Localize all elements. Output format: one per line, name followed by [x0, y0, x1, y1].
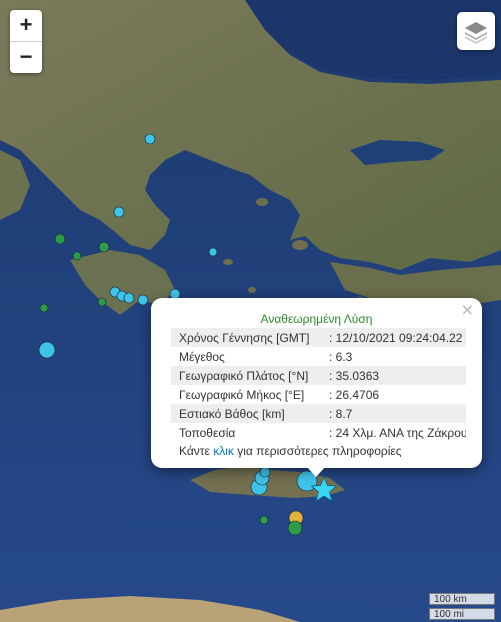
event-marker — [113, 206, 125, 218]
event-marker — [39, 303, 49, 313]
row-label: Χρόνος Γέννησης [GMT] — [171, 328, 329, 347]
event-marker — [72, 251, 82, 261]
event-marker — [54, 233, 66, 245]
event-popup: × Αναθεωρημένη Λύση Χρόνος Γέννησης [GMT… — [151, 298, 482, 477]
table-row: Γεωγραφικό Πλάτος [°N]: 35.0363 — [171, 366, 466, 385]
row-value: : 8.7 — [329, 404, 466, 423]
scale-mi: 100 mi — [429, 608, 495, 620]
row-value: : 26.4706 — [329, 387, 380, 402]
row-value: : 35.0363 — [329, 366, 466, 385]
more-info-suffix: για περισσότερες πληροφορίες — [233, 444, 402, 458]
event-marker — [259, 466, 271, 478]
event-marker — [38, 341, 56, 359]
table-row: Εστιακό Βάθος [km]: 8.7 — [171, 404, 466, 423]
more-info-text: Κάντε κλικ για περισσότερες πληροφορίες — [151, 444, 482, 458]
zoom-out-button[interactable]: − — [10, 41, 42, 73]
zoom-in-button[interactable]: + — [10, 10, 42, 41]
layers-button[interactable] — [457, 12, 495, 50]
row-label: Εστιακό Βάθος [km] — [171, 404, 329, 423]
event-marker — [144, 133, 156, 145]
row-label: Γεωγραφικό Πλάτος [°N] — [171, 366, 329, 385]
event-marker — [123, 292, 135, 304]
row-label: Μέγεθος — [179, 349, 225, 364]
table-row: Μέγεθος : 6.3 — [171, 347, 466, 366]
row-value: : 6.3 — [329, 349, 353, 364]
popup-tip — [306, 466, 326, 477]
zoom-control: + − — [10, 10, 42, 73]
row-value: : 12/10/2021 09:24:04.22 — [329, 328, 466, 347]
table-row: Τοποθεσία : 24 Χλμ. ΑΝΑ της Ζάκρου — [171, 423, 466, 442]
row-label: Τοποθεσία — [179, 425, 236, 440]
popup-title: Αναθεωρημένη Λύση — [260, 312, 373, 326]
event-marker — [97, 297, 107, 307]
table-row: Γεωγραφικό Μήκος [°E] : 26.4706 — [171, 385, 466, 404]
row-label: Γεωγραφικό Μήκος [°E] — [179, 387, 305, 402]
layers-icon — [465, 22, 487, 44]
more-info-link[interactable]: κλικ — [213, 444, 234, 458]
event-marker — [208, 247, 218, 257]
close-popup-button[interactable]: × — [461, 300, 474, 319]
event-details-table: Χρόνος Γέννησης [GMT]: 12/10/2021 09:24:… — [171, 328, 466, 442]
row-value: : 24 Χλμ. ΑΝΑ της Ζάκρου — [329, 425, 466, 440]
table-row: Χρόνος Γέννησης [GMT]: 12/10/2021 09:24:… — [171, 328, 466, 347]
event-marker — [259, 515, 269, 525]
event-marker — [287, 520, 303, 536]
scale-km: 100 km — [429, 593, 495, 605]
event-marker — [137, 294, 149, 306]
more-info-prefix: Κάντε — [179, 444, 214, 458]
event-marker — [98, 241, 110, 253]
